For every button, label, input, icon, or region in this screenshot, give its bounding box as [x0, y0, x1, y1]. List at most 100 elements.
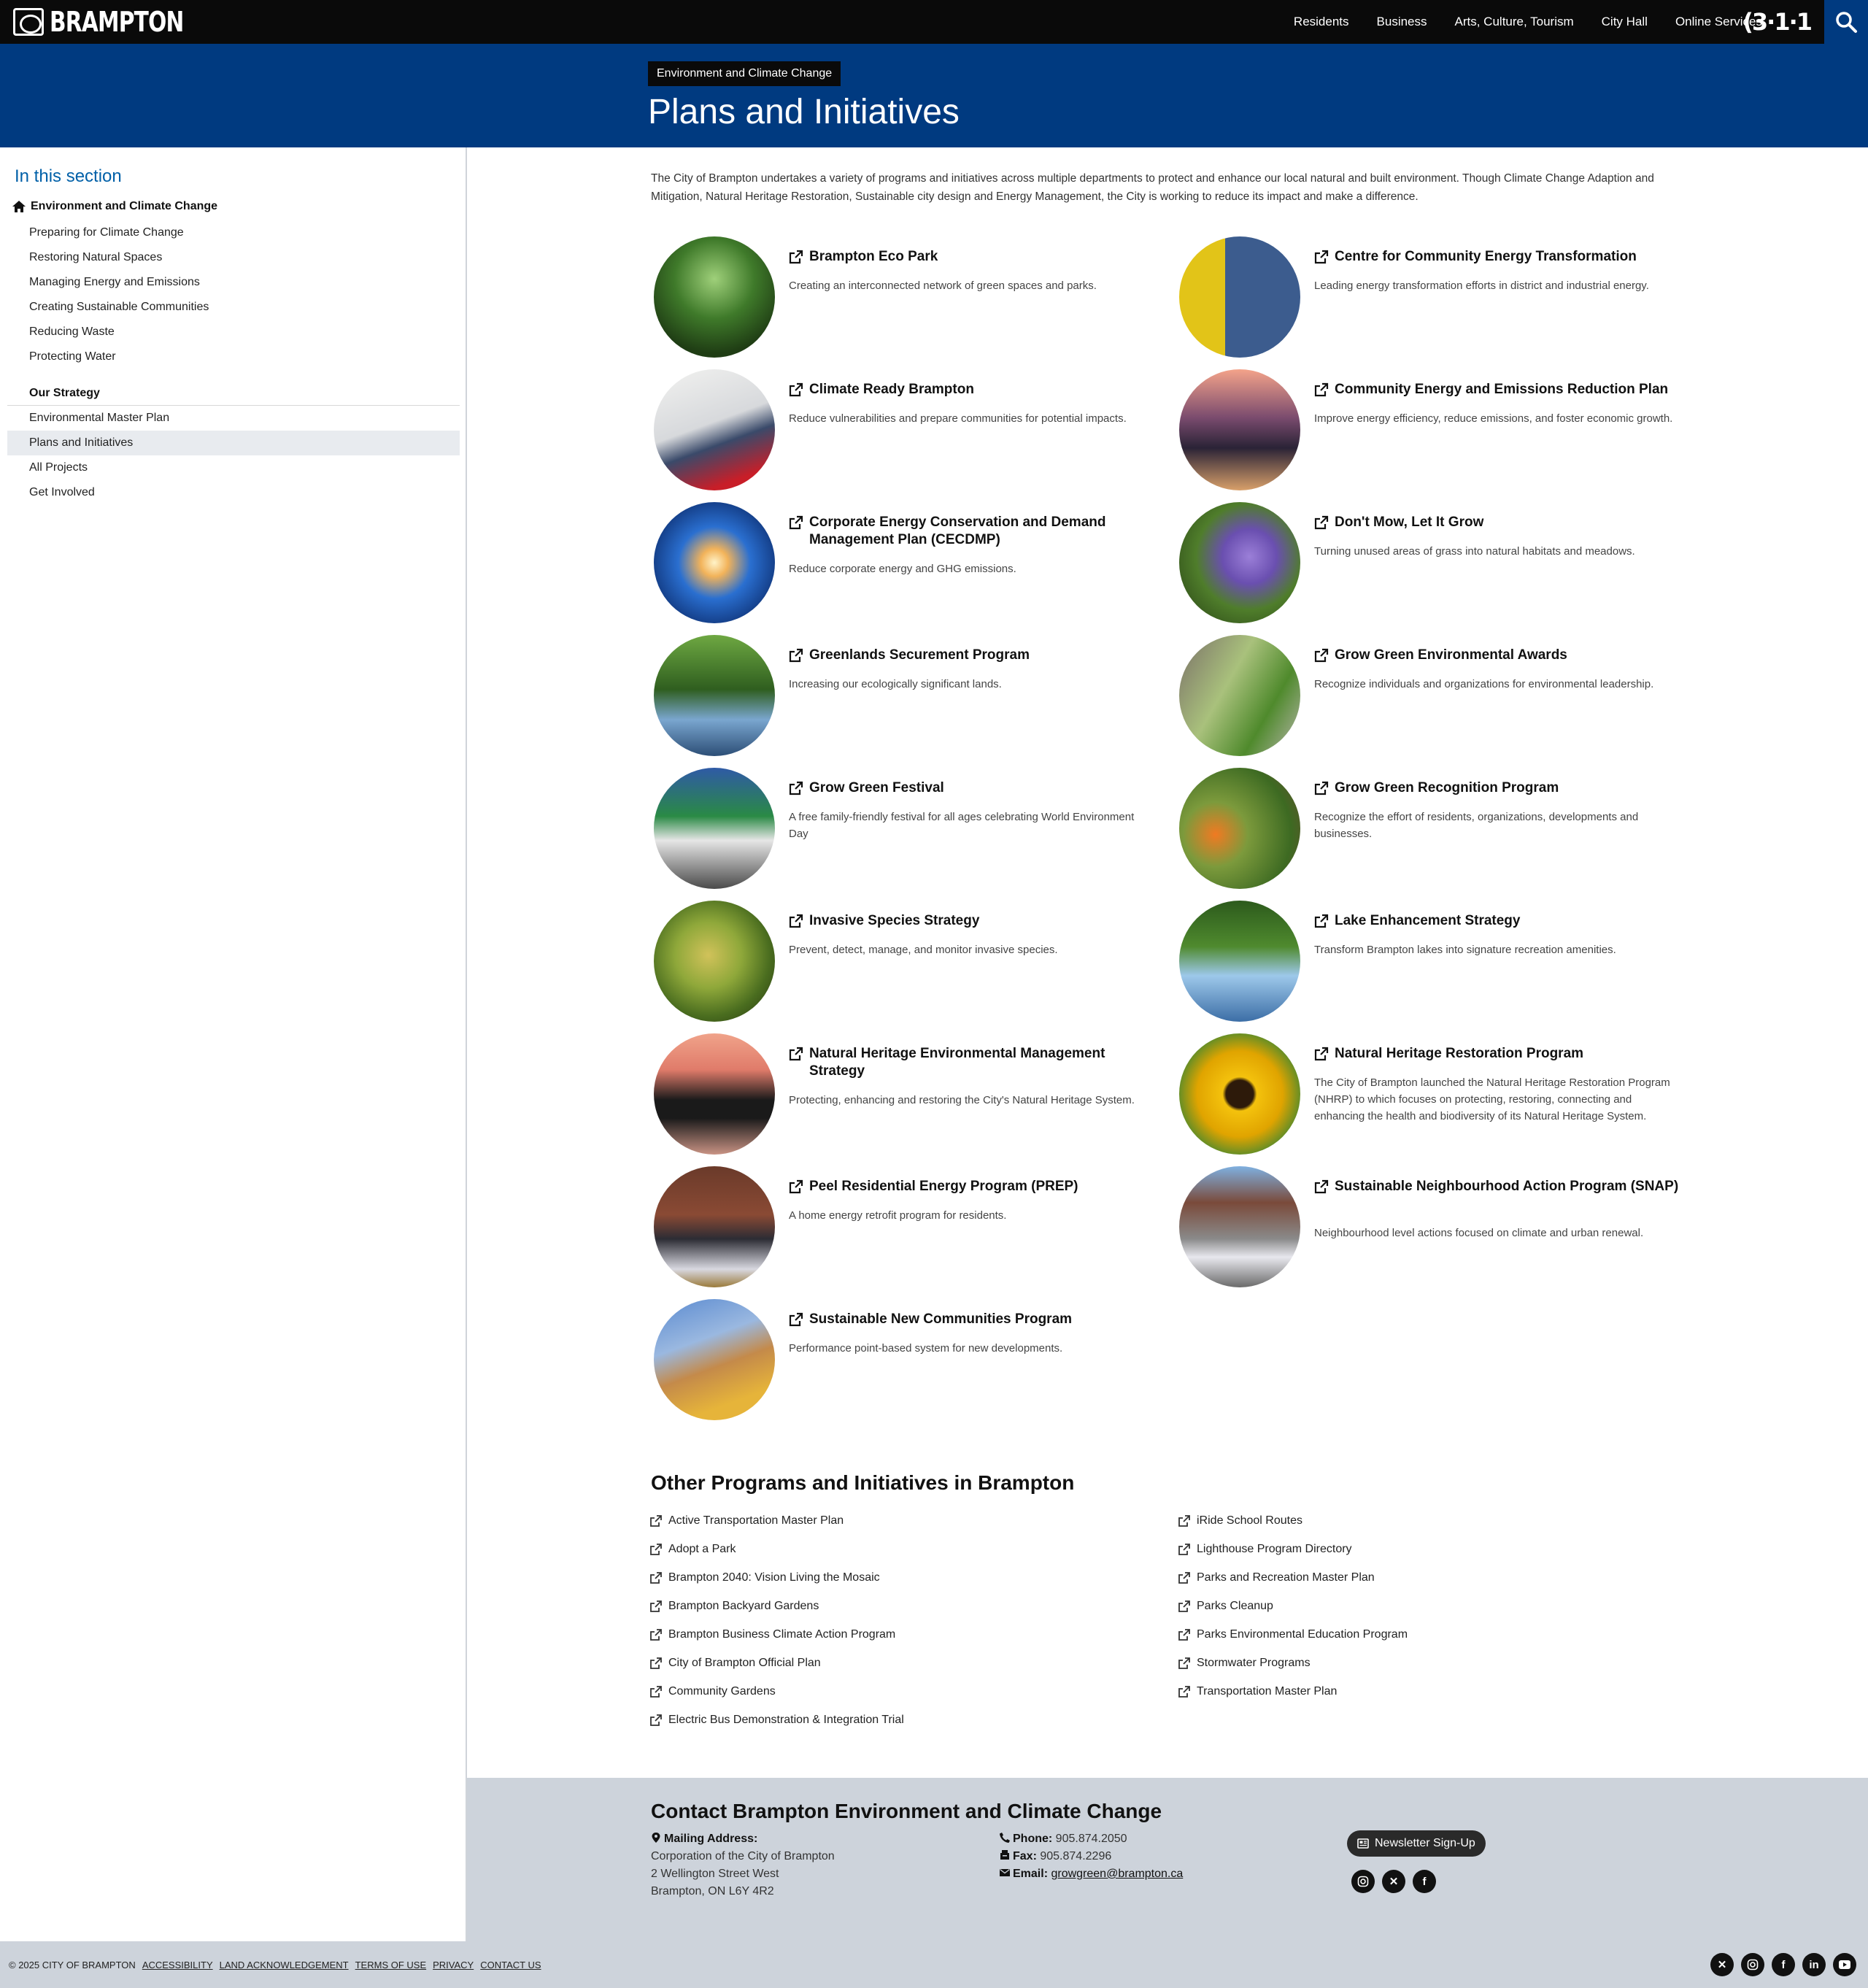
x-icon[interactable]: ✕ — [1710, 1953, 1734, 1976]
sidebar-item-waste[interactable]: Reducing Waste — [7, 320, 460, 344]
program-card[interactable]: Grow Green Environmental Awards Recognize… — [1176, 633, 1687, 766]
program-title-link[interactable]: Centre for Community Energy Transformati… — [1314, 248, 1679, 266]
program-title-link[interactable]: Brampton Eco Park — [789, 248, 1154, 266]
other-program-link[interactable]: City of Brampton Official Plan — [649, 1649, 1160, 1677]
program-card[interactable]: Natural Heritage Environmental Managemen… — [651, 1032, 1176, 1165]
program-card[interactable]: Corporate Energy Conservation and Demand… — [651, 501, 1176, 633]
youtube-icon[interactable] — [1833, 1953, 1856, 1976]
facebook-icon[interactable]: f — [1772, 1953, 1795, 1976]
sidebar-item-restoring[interactable]: Restoring Natural Spaces — [7, 245, 460, 270]
street-trees-photo[interactable] — [1179, 635, 1300, 756]
lightbulb-photo[interactable] — [654, 502, 775, 623]
bus-street-photo[interactable] — [1179, 1166, 1300, 1287]
program-title-link[interactable]: Sustainable New Communities Program — [789, 1311, 1154, 1328]
facebook-icon[interactable]: f — [1413, 1870, 1436, 1893]
program-card[interactable]: Sustainable New Communities Program Perfo… — [651, 1298, 1176, 1430]
program-title-link[interactable]: Climate Ready Brampton — [789, 381, 1154, 398]
tree-planting-photo[interactable] — [1179, 768, 1300, 889]
other-program-link[interactable]: Parks and Recreation Master Plan — [1178, 1563, 1688, 1592]
program-card[interactable]: Lake Enhancement Strategy Transform Bramp… — [1176, 899, 1687, 1032]
construction-photo[interactable] — [654, 1299, 775, 1420]
nav-city-hall[interactable]: City Hall — [1602, 15, 1648, 29]
other-program-link[interactable]: Brampton 2040: Vision Living the Mosaic — [649, 1563, 1160, 1592]
other-program-link[interactable]: Community Gardens — [649, 1677, 1160, 1706]
other-program-link[interactable]: Parks Environmental Education Program — [1178, 1620, 1688, 1649]
sidebar-item-plans-initiatives[interactable]: Plans and Initiatives — [7, 431, 460, 455]
instagram-icon[interactable] — [1741, 1953, 1764, 1976]
other-program-link[interactable]: Electric Bus Demonstration & Integration… — [649, 1706, 1160, 1734]
wetland-photo[interactable] — [654, 635, 775, 756]
brampton-logo[interactable]: BRAMPTON — [13, 6, 221, 38]
phone-number[interactable]: 905.874.2050 — [1056, 1833, 1127, 1845]
program-card[interactable]: Sustainable Neighbourhood Action Program… — [1176, 1165, 1687, 1298]
program-title-link[interactable]: Corporate Energy Conservation and Demand… — [789, 514, 1154, 549]
nav-residents[interactable]: Residents — [1294, 15, 1349, 29]
311-link[interactable]: (3·1·1 — [1742, 8, 1813, 36]
city-skyline-photo[interactable] — [1179, 369, 1300, 490]
festival-tents-photo[interactable] — [654, 768, 775, 889]
program-title-link[interactable]: Invasive Species Strategy — [789, 912, 1154, 930]
sunflower-photo[interactable] — [1179, 1033, 1300, 1155]
sidebar-root-link[interactable]: Environment and Climate Change — [12, 200, 217, 213]
program-card[interactable]: Invasive Species Strategy Prevent, detect… — [651, 899, 1176, 1032]
hardhat-tower-photo[interactable] — [1179, 236, 1300, 358]
other-program-link[interactable]: Parks Cleanup — [1178, 1592, 1688, 1620]
program-card[interactable]: Greenlands Securement Program Increasing … — [651, 633, 1176, 766]
program-card[interactable]: Grow Green Recognition Program Recognize … — [1176, 766, 1687, 899]
other-program-link[interactable]: Active Transportation Master Plan — [649, 1506, 1160, 1535]
program-title-link[interactable]: Sustainable Neighbourhood Action Program… — [1314, 1178, 1679, 1195]
program-title-link[interactable]: Community Energy and Emissions Reduction… — [1314, 381, 1679, 398]
search-button[interactable] — [1824, 0, 1868, 44]
sidebar-item-sustainable[interactable]: Creating Sustainable Communities — [7, 295, 460, 320]
sidebar-item-all-projects[interactable]: All Projects — [7, 455, 460, 480]
river-photo[interactable] — [1179, 901, 1300, 1022]
sidebar-item-get-involved[interactable]: Get Involved — [7, 480, 460, 505]
newsletter-signup-button[interactable]: Newsletter Sign-Up — [1347, 1830, 1486, 1857]
program-title-link[interactable]: Natural Heritage Restoration Program — [1314, 1045, 1679, 1063]
rain-boots-photo[interactable] — [654, 369, 775, 490]
sunset-lake-photo[interactable] — [654, 1033, 775, 1155]
program-card[interactable]: Centre for Community Energy Transformati… — [1176, 235, 1687, 368]
sidebar-item-master-plan[interactable]: Environmental Master Plan — [7, 406, 460, 431]
footer-accessibility[interactable]: ACCESSIBILITY — [142, 1960, 213, 1970]
bee-flower-photo[interactable] — [1179, 502, 1300, 623]
nav-business[interactable]: Business — [1377, 15, 1427, 29]
arena-photo[interactable] — [654, 1166, 775, 1287]
other-program-link[interactable]: Brampton Backyard Gardens — [649, 1592, 1160, 1620]
other-program-link[interactable]: Stormwater Programs — [1178, 1649, 1688, 1677]
program-title-link[interactable]: Grow Green Recognition Program — [1314, 779, 1679, 797]
other-program-link[interactable]: Lighthouse Program Directory — [1178, 1535, 1688, 1563]
sidebar-item-water[interactable]: Protecting Water — [7, 344, 460, 369]
footer-terms[interactable]: TERMS OF USE — [355, 1960, 427, 1970]
other-program-link[interactable]: iRide School Routes — [1178, 1506, 1688, 1535]
footer-privacy[interactable]: PRIVACY — [433, 1960, 474, 1970]
footer-contact[interactable]: CONTACT US — [480, 1960, 541, 1970]
program-title-link[interactable]: Grow Green Environmental Awards — [1314, 647, 1679, 664]
other-program-link[interactable]: Transportation Master Plan — [1178, 1677, 1688, 1706]
program-title-link[interactable]: Peel Residential Energy Program (PREP) — [789, 1178, 1154, 1195]
program-card[interactable]: Climate Ready Brampton Reduce vulnerabili… — [651, 368, 1176, 501]
email-link[interactable]: growgreen@brampton.ca — [1051, 1868, 1183, 1880]
sidebar-item-energy[interactable]: Managing Energy and Emissions — [7, 270, 460, 295]
program-card[interactable]: Don't Mow, Let It Grow Turning unused are… — [1176, 501, 1687, 633]
program-card[interactable]: Peel Residential Energy Program (PREP) A … — [651, 1165, 1176, 1298]
footer-land-acknowledgement[interactable]: LAND ACKNOWLEDGEMENT — [220, 1960, 349, 1970]
program-card[interactable]: Natural Heritage Restoration Program The … — [1176, 1032, 1687, 1165]
program-title-link[interactable]: Lake Enhancement Strategy — [1314, 912, 1679, 930]
breadcrumb[interactable]: Environment and Climate Change — [648, 61, 841, 86]
linkedin-icon[interactable]: in — [1802, 1953, 1826, 1976]
program-title-link[interactable]: Natural Heritage Environmental Managemen… — [789, 1045, 1154, 1080]
program-card[interactable]: Brampton Eco Park Creating an interconnec… — [651, 235, 1176, 368]
program-card[interactable]: Grow Green Festival A free family-friendl… — [651, 766, 1176, 899]
park-path-photo[interactable] — [654, 236, 775, 358]
program-title-link[interactable]: Grow Green Festival — [789, 779, 1154, 797]
forest-stream-photo[interactable] — [654, 901, 775, 1022]
other-program-link[interactable]: Brampton Business Climate Action Program — [649, 1620, 1160, 1649]
x-icon[interactable]: ✕ — [1382, 1870, 1405, 1893]
other-program-link[interactable]: Adopt a Park — [649, 1535, 1160, 1563]
nav-arts-culture-tourism[interactable]: Arts, Culture, Tourism — [1455, 15, 1574, 29]
program-title-link[interactable]: Don't Mow, Let It Grow — [1314, 514, 1679, 531]
instagram-icon[interactable] — [1351, 1870, 1375, 1893]
sidebar-item-preparing[interactable]: Preparing for Climate Change — [7, 220, 460, 245]
program-title-link[interactable]: Greenlands Securement Program — [789, 647, 1154, 664]
